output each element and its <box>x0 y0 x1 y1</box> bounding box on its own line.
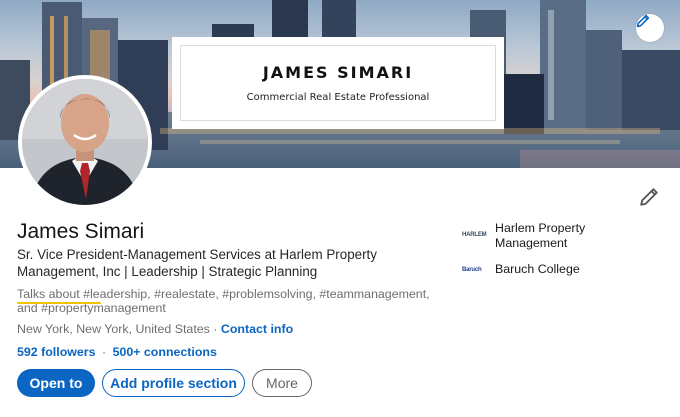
experience-label-line1: Harlem Property <box>495 221 586 235</box>
banner-title-name: JAMES SIMARI <box>262 63 414 82</box>
harlem-logo: HARLEM <box>462 232 487 238</box>
experience-label-line2: Management <box>495 236 568 250</box>
banner-title-card: JAMES SIMARI Commercial Real Estate Prof… <box>172 37 504 129</box>
profile-headline: Sr. Vice President-Management Services a… <box>17 247 377 279</box>
profile-location: New York, New York, United States <box>17 322 210 336</box>
separator-dot: · <box>213 322 221 336</box>
edit-banner-button[interactable] <box>636 14 664 42</box>
edit-intro-button[interactable] <box>637 185 661 209</box>
education-label: Baruch College <box>495 262 580 276</box>
open-to-button[interactable]: Open to <box>17 369 95 397</box>
connections-link[interactable]: 500+ connections <box>113 345 217 359</box>
profile-photo <box>22 79 148 205</box>
talks-about-hashtags: Talks about #leadership, #realestate, #p… <box>17 287 430 315</box>
separator-dot: · <box>101 345 107 359</box>
profile-card: JAMES SIMARI Commercial Real Estate Prof… <box>0 0 680 417</box>
contact-info-link[interactable]: Contact info <box>221 322 293 336</box>
pencil-icon <box>640 188 658 206</box>
banner-title-frame <box>180 45 496 121</box>
banner-title-subtitle: Commercial Real Estate Professional <box>246 92 430 103</box>
profile-name: James Simari <box>17 220 145 243</box>
pencil-icon <box>636 14 650 28</box>
baruch-logo: Baruch <box>462 267 482 273</box>
network-row: 592 followers · 500+ connections <box>17 345 217 359</box>
add-profile-section-button[interactable]: Add profile section <box>102 369 245 397</box>
location-row: New York, New York, United States · Cont… <box>17 322 293 336</box>
profile-avatar[interactable] <box>18 75 152 209</box>
talks-about-highlight <box>17 302 101 304</box>
more-button[interactable]: More <box>252 369 312 397</box>
followers-link[interactable]: 592 followers <box>17 345 96 359</box>
